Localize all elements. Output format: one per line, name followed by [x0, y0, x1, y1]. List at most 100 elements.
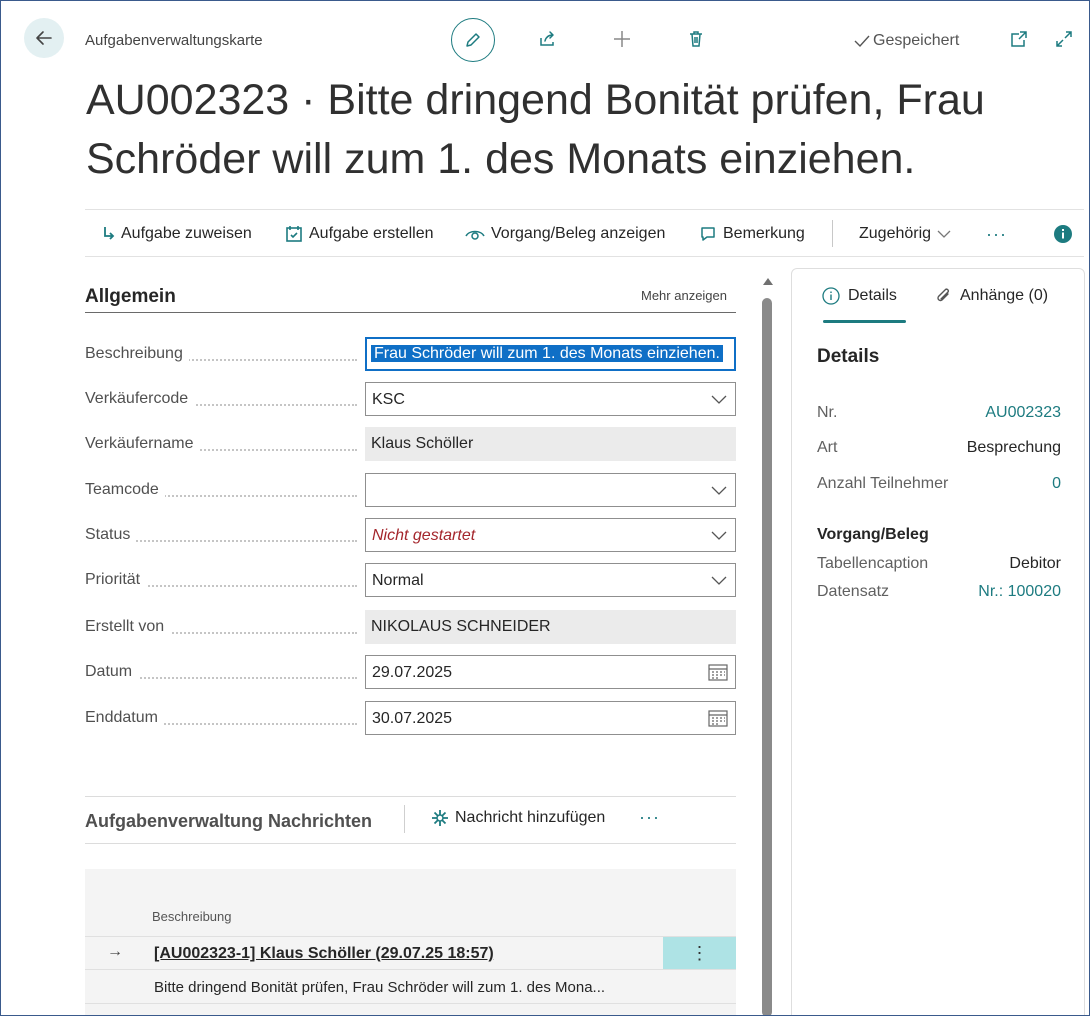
factbox-value-link[interactable]: 0 — [1052, 475, 1061, 493]
factbox-row-record: Datensatz Nr.: 100020 — [817, 583, 1061, 601]
field-label: Verkäufername — [85, 435, 200, 453]
message-text: Bitte dringend Bonität prüfen, Frau Schr… — [154, 979, 606, 996]
task-add-icon — [285, 225, 303, 243]
factbox-value-link[interactable]: Nr.: 100020 — [978, 583, 1061, 601]
show-document-button[interactable]: Vorgang/Beleg anzeigen — [465, 210, 665, 258]
assign-task-button[interactable]: Aufgabe zuweisen — [101, 210, 252, 258]
row-actions-button[interactable]: ⋮ — [663, 937, 736, 970]
add-message-button[interactable]: Nachricht hinzufügen — [431, 809, 605, 827]
comment-button[interactable]: Bemerkung — [699, 210, 805, 258]
factbox-row-table-caption: Tabellencaption Debitor — [817, 555, 1061, 573]
status-select[interactable]: Nicht gestartet — [365, 518, 736, 552]
field-label: Verkäufercode — [85, 390, 195, 408]
create-task-button[interactable]: Aufgabe erstellen — [285, 210, 434, 258]
field-label: Beschreibung — [85, 345, 189, 363]
field-beschreibung: Beschreibung Frau Schröder will zum 1. d… — [85, 337, 736, 371]
tab-details[interactable]: Details — [822, 287, 897, 305]
share-button[interactable] — [529, 21, 565, 57]
field-label: Erstellt von — [85, 618, 171, 636]
salesperson-code-value: KSC — [372, 391, 405, 408]
date-value: 29.07.2025 — [372, 664, 453, 681]
arrow-down-right-icon — [101, 226, 115, 242]
factbox-row-nr: Nr. AU002323 — [817, 404, 1061, 422]
info-icon — [1054, 225, 1072, 243]
description-input[interactable]: Frau Schröder will zum 1. des Monats ein… — [365, 337, 736, 371]
info-icon — [822, 287, 840, 305]
factbox-panel: Details Anhänge (0) Details Nr. AU002323… — [791, 268, 1085, 1015]
eye-icon — [465, 227, 485, 241]
field-datum: Datum 29.07.2025 — [85, 655, 736, 689]
saved-status: Gespeichert — [853, 32, 959, 50]
show-more-link[interactable]: Mehr anzeigen — [641, 288, 727, 303]
messages-grid: Beschreibung → [AU002323-1] Klaus Schöll… — [85, 869, 736, 1015]
related-menu-button[interactable]: Zugehörig — [859, 210, 951, 258]
expand-button[interactable] — [1046, 21, 1082, 57]
factbox-key: Tabellencaption — [817, 555, 929, 572]
calendar-icon[interactable] — [708, 663, 728, 681]
new-button[interactable] — [604, 21, 640, 57]
assign-task-label: Aufgabe zuweisen — [121, 225, 252, 242]
arrow-right-icon: → — [107, 943, 123, 960]
factbox-key: Datensatz — [817, 583, 890, 600]
scroll-up-arrow-icon[interactable] — [763, 278, 773, 285]
description-value: Frau Schröder will zum 1. des Monats ein… — [371, 345, 723, 362]
scroll-thumb[interactable] — [762, 298, 772, 1015]
salesperson-code-select[interactable]: KSC — [365, 382, 736, 416]
open-new-window-icon — [1011, 31, 1027, 47]
field-prioritaet: Priorität Normal — [85, 563, 736, 597]
create-task-label: Aufgabe erstellen — [309, 225, 434, 242]
messages-section-title: Aufgabenverwaltung Nachrichten — [85, 811, 373, 831]
end-date-input[interactable]: 30.07.2025 — [365, 701, 736, 735]
section-divider — [85, 312, 736, 313]
pencil-icon — [466, 33, 480, 47]
factbox-value-link[interactable]: AU002323 — [985, 404, 1061, 422]
add-message-label: Nachricht hinzufügen — [455, 809, 606, 826]
delete-button[interactable] — [678, 21, 714, 57]
salesperson-name-value: Klaus Schöller — [365, 427, 736, 461]
factbox-row-participants: Anzahl Teilnehmer 0 — [817, 475, 1061, 493]
messages-more-button[interactable]: ··· — [639, 807, 660, 828]
field-verkaeufername: Verkäufername Klaus Schöller — [85, 427, 736, 461]
priority-value: Normal — [372, 572, 424, 589]
team-code-select[interactable] — [365, 473, 736, 507]
chevron-down-icon — [937, 229, 951, 239]
column-header-description[interactable]: Beschreibung — [152, 909, 232, 924]
field-erstellt-von: Erstellt von NIKOLAUS SCHNEIDER — [85, 610, 736, 644]
calendar-icon[interactable] — [708, 709, 728, 727]
factbox-key: Nr. — [817, 404, 838, 421]
share-icon — [540, 31, 554, 46]
field-label: Enddatum — [85, 709, 164, 727]
open-in-new-window-button[interactable] — [1001, 21, 1037, 57]
saved-label: Gespeichert — [873, 32, 960, 49]
date-input[interactable]: 29.07.2025 — [365, 655, 736, 689]
back-button[interactable] — [24, 18, 64, 58]
info-button[interactable] — [1054, 210, 1072, 258]
comment-icon — [699, 225, 717, 243]
factbox-value: Besprechung — [966, 439, 1061, 456]
field-label: Priorität — [85, 571, 147, 589]
more-dots-icon: ··· — [986, 223, 1007, 244]
field-teamcode: Teamcode — [85, 473, 736, 507]
chevron-down-icon — [711, 486, 727, 495]
messages-bottom-divider — [85, 843, 736, 844]
vertical-scrollbar[interactable] — [760, 276, 774, 1015]
status-value: Nicht gestartet — [372, 527, 476, 544]
factbox-key: Anzahl Teilnehmer — [817, 475, 949, 492]
sparkle-add-icon — [432, 810, 448, 826]
task-card-window: Aufgabenverwaltungskarte Gespeichert AU0… — [0, 0, 1090, 1016]
active-tab-indicator — [823, 320, 906, 323]
priority-select[interactable]: Normal — [365, 563, 736, 597]
paperclip-icon — [937, 288, 949, 302]
tab-attachments[interactable]: Anhänge (0) — [936, 287, 1048, 305]
field-verkaeufercode: Verkäufercode KSC — [85, 382, 736, 416]
more-actions-button[interactable]: ··· — [986, 210, 1007, 258]
page-title: AU002323 · Bitte dringend Bonität prüfen… — [86, 76, 985, 183]
field-label: Teamcode — [85, 481, 165, 499]
table-row[interactable]: → [AU002323-1] Klaus Schöller (29.07.25 … — [85, 936, 736, 970]
edit-button[interactable] — [451, 18, 495, 62]
messages-separator — [404, 805, 405, 833]
tab-attachments-label: Anhänge (0) — [960, 287, 1049, 304]
created-by-value: NIKOLAUS SCHNEIDER — [365, 610, 736, 644]
message-link[interactable]: [AU002323-1] Klaus Schöller (29.07.25 18… — [154, 945, 494, 963]
factbox-row-art: Art Besprechung — [817, 439, 1061, 457]
